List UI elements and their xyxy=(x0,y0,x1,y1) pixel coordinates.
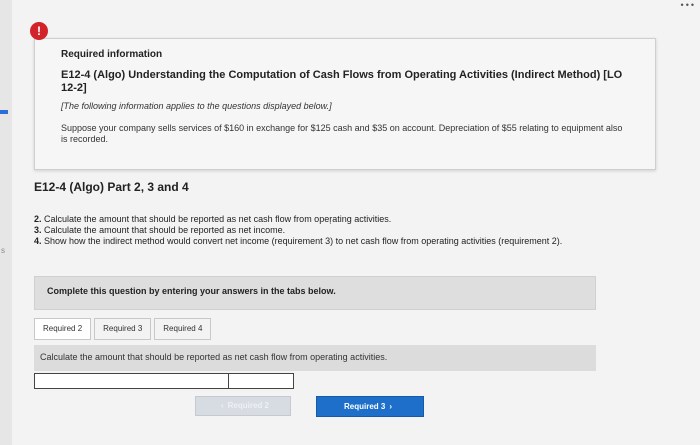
tab-required-2[interactable]: Required 2 xyxy=(34,318,92,340)
answer-amount-input[interactable] xyxy=(228,373,294,389)
previous-button[interactable]: ‹ Required 2 xyxy=(195,396,291,416)
requirement-item: 3. Calculate the amount that should be r… xyxy=(34,225,286,235)
info-note: [The following information applies to th… xyxy=(61,101,332,111)
answer-label-input[interactable] xyxy=(34,373,228,389)
left-edge-panel: s xyxy=(0,0,12,445)
requirement-item: 4. Show how the indirect method would co… xyxy=(34,236,563,246)
tab-required-4[interactable]: Required 4 xyxy=(154,318,212,340)
chevron-left-icon: ‹ xyxy=(220,401,224,410)
complete-instruction-box: Complete this question by entering your … xyxy=(34,276,596,310)
requirement-tabs: Required 2 Required 3 Required 4 xyxy=(34,318,214,340)
part-title: E12-4 (Algo) Part 2, 3 and 4 xyxy=(34,180,189,194)
alert-icon: ! xyxy=(30,22,48,40)
answer-row xyxy=(34,373,294,389)
chevron-right-icon: › xyxy=(389,402,392,411)
requirement-item: 2. Calculate the amount that should be r… xyxy=(34,214,392,224)
edge-text: s xyxy=(1,246,5,255)
tab-instruction: Calculate the amount that should be repo… xyxy=(34,345,596,371)
exercise-heading: E12-4 (Algo) Understanding the Computati… xyxy=(61,69,623,94)
tab-required-3[interactable]: Required 3 xyxy=(94,318,152,340)
edge-indicator xyxy=(0,110,8,114)
requirements-list: 2. Calculate the amount that should be r… xyxy=(34,214,562,247)
next-button[interactable]: Required 3 › xyxy=(316,396,424,417)
scenario-text: Suppose your company sells services of $… xyxy=(61,123,623,144)
required-information-panel: Required information E12-4 (Algo) Unders… xyxy=(34,38,656,170)
window-control-icon[interactable]: ••• xyxy=(681,0,696,10)
info-title: Required information xyxy=(61,49,163,60)
